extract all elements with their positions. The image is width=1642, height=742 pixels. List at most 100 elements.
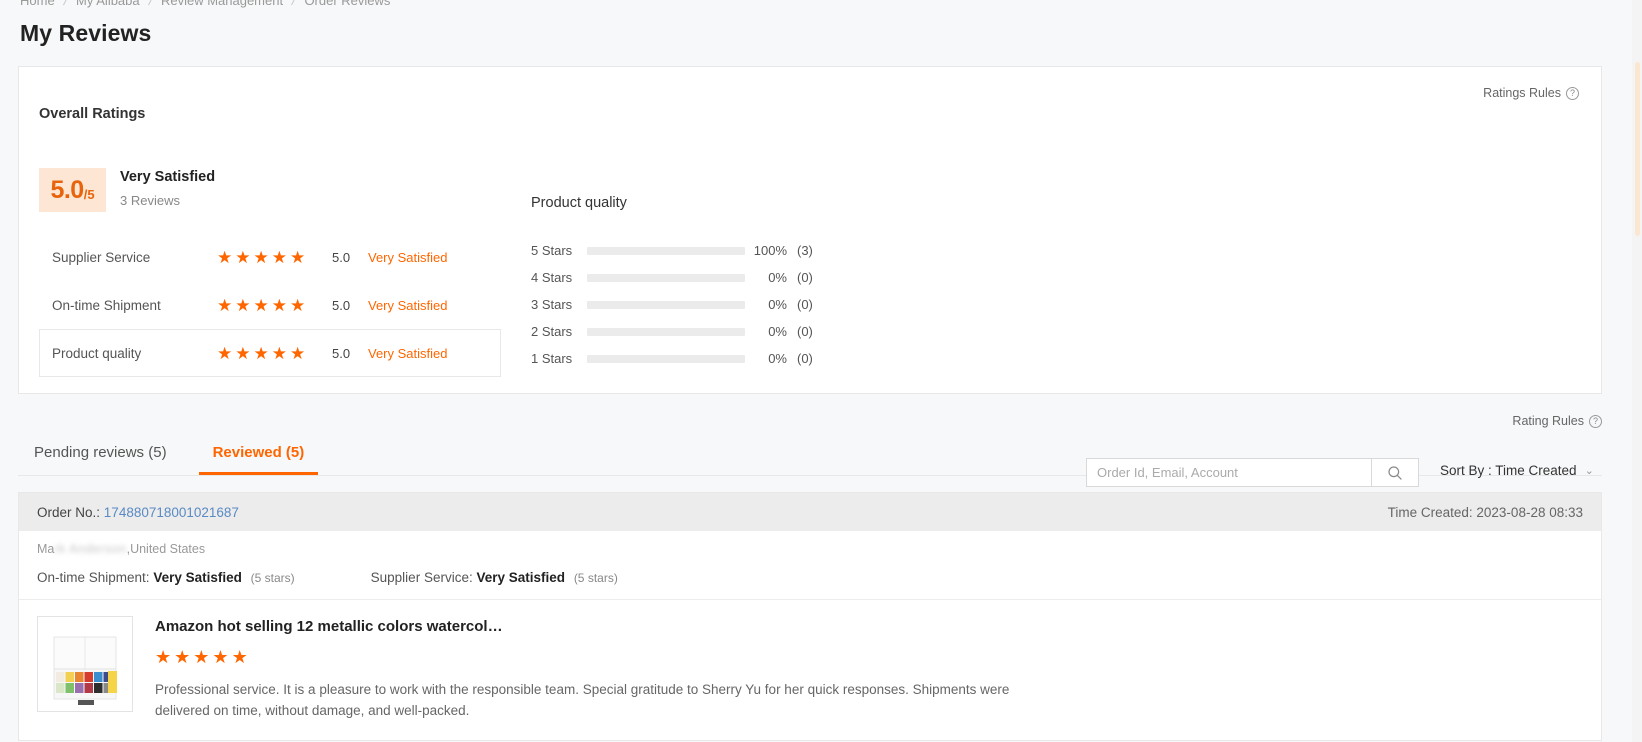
star-icon: ★ <box>235 343 251 363</box>
search-bar <box>1086 458 1419 487</box>
watercolor-palette-image <box>53 636 117 705</box>
star-icon: ★ <box>271 247 287 267</box>
order-no-link[interactable]: 174880718001021687 <box>104 505 239 520</box>
sort-by-dropdown[interactable]: Sort By : Time Created ⌄ <box>1440 463 1594 478</box>
score-badge: 5.0 /5 <box>39 168 106 212</box>
overall-ratings-card: Ratings Rules ? Overall Ratings 5.0 /5 V… <box>18 66 1602 394</box>
chart-bar-track <box>587 246 745 255</box>
chart-bar-track <box>587 273 745 282</box>
star-icon: ★ <box>235 295 251 315</box>
chart-value-label: 0% <box>768 297 787 312</box>
product-rating-stars: ★ ★ ★ ★ ★ <box>155 648 1015 666</box>
chart-category-label: 4 Stars <box>531 270 573 285</box>
metric-stars: ★ ★ ★ ★ ★ <box>217 297 322 314</box>
overall-ratings-heading: Overall Ratings <box>39 106 146 122</box>
star-icon: ★ <box>217 343 233 363</box>
breadcrumb-separator: / <box>61 0 69 8</box>
star-icon: ★ <box>290 343 306 363</box>
star-icon: ★ <box>290 295 306 315</box>
product-thumbnail[interactable] <box>37 616 133 712</box>
breadcrumb-separator: / <box>290 0 298 8</box>
star-icon: ★ <box>231 647 248 667</box>
ratings-rules-label: Ratings Rules <box>1483 86 1561 100</box>
chart-bar-row: 5 Stars 100% (3) <box>531 237 837 264</box>
metric-word: Very Satisfied <box>368 297 448 313</box>
chart-category-label: 3 Stars <box>531 297 573 312</box>
order-header-bar: Order No.: 174880718001021687 Time Creat… <box>19 493 1601 531</box>
star-icon: ★ <box>290 247 306 267</box>
star-icon: ★ <box>174 647 191 667</box>
breadcrumb-item-order-reviews[interactable]: Order Reviews <box>304 0 390 8</box>
star-icon: ★ <box>253 343 269 363</box>
chart-count-label: (0) <box>797 270 813 285</box>
breadcrumb-item-my-alibaba[interactable]: My Alibaba <box>76 0 140 8</box>
metric-label: Product quality <box>52 345 142 361</box>
star-icon: ★ <box>212 647 229 667</box>
chart-bar-row: 1 Stars 0% (0) <box>531 345 837 372</box>
tab-pending-reviews[interactable]: Pending reviews (5) <box>20 438 181 475</box>
metric-rows: Supplier Service ★ ★ ★ ★ ★ 5.0 Very Sati… <box>39 233 501 377</box>
chart-bar-track <box>587 300 745 309</box>
search-button[interactable] <box>1371 458 1419 487</box>
chart-bar-row: 2 Stars 0% (0) <box>531 318 837 345</box>
metric-row-supplier-service[interactable]: Supplier Service ★ ★ ★ ★ ★ 5.0 Very Sati… <box>39 233 501 281</box>
on-time-shipment-label: On-time Shipment: <box>37 570 150 585</box>
search-input[interactable] <box>1086 458 1371 487</box>
chart-value-label: 0% <box>768 324 787 339</box>
chart-bar-row: 3 Stars 0% (0) <box>531 291 837 318</box>
metric-row-product-quality[interactable]: Product quality ★ ★ ★ ★ ★ 5.0 Very Satis… <box>39 329 501 377</box>
buyer-name-prefix: Ma <box>37 542 55 556</box>
ratings-rules-link[interactable]: Ratings Rules ? <box>1483 86 1579 100</box>
chart-bar-track <box>587 354 745 363</box>
star-icon: ★ <box>193 647 210 667</box>
on-time-shipment-value: Very Satisfied <box>153 570 242 585</box>
on-time-shipment-stars: (5 stars) <box>250 571 295 585</box>
product-info: Amazon hot selling 12 metallic colors wa… <box>155 616 1015 722</box>
metric-score: 5.0 <box>332 297 351 313</box>
supplier-service-label: Supplier Service: <box>370 570 473 585</box>
chart-value-label: 0% <box>768 351 787 366</box>
star-icon: ★ <box>271 295 287 315</box>
buyer-name-redacted: rk Anderson <box>54 542 127 556</box>
breadcrumb-item-home[interactable]: Home <box>20 0 55 8</box>
page-scrollbar-track[interactable] <box>1632 0 1642 742</box>
star-icon: ★ <box>253 295 269 315</box>
chart-bar-track <box>587 327 745 336</box>
metric-score: 5.0 <box>332 249 351 265</box>
star-icon: ★ <box>271 343 287 363</box>
score-suffix: /5 <box>83 186 95 202</box>
chart-bar-row: 4 Stars 0% (0) <box>531 264 837 291</box>
page-scrollbar-thumb[interactable] <box>1635 62 1640 236</box>
supplier-service-value: Very Satisfied <box>476 570 566 585</box>
help-question-icon[interactable]: ? <box>1589 414 1602 428</box>
my-reviews-page: Home / My Alibaba / Review Management / … <box>0 0 1642 742</box>
rating-distribution-chart: Product quality 5 Stars 100% (3) 4 Stars… <box>531 195 837 372</box>
breadcrumb-separator: / <box>146 0 154 8</box>
chart-category-label: 5 Stars <box>531 243 573 258</box>
star-icon: ★ <box>217 247 233 267</box>
rating-rules-link[interactable]: Rating Rules ? <box>1512 414 1602 428</box>
metric-stars: ★ ★ ★ ★ ★ <box>217 345 322 362</box>
breadcrumb-item-review-management[interactable]: Review Management <box>161 0 283 8</box>
tab-reviewed[interactable]: Reviewed (5) <box>198 438 319 475</box>
chart-category-label: 1 Stars <box>531 351 573 366</box>
help-question-icon[interactable]: ? <box>1566 86 1579 100</box>
chart-count-label: (3) <box>797 243 813 258</box>
star-icon: ★ <box>217 295 233 315</box>
order-no-label: Order No.: <box>37 504 101 520</box>
time-created: Time Created: 2023-08-28 08:33 <box>1387 504 1583 520</box>
rating-rules-label: Rating Rules <box>1512 414 1584 428</box>
metric-label: Supplier Service <box>52 249 151 265</box>
chevron-down-icon: ⌄ <box>1584 465 1594 477</box>
metric-word: Very Satisfied <box>368 249 448 265</box>
chart-value-label: 100% <box>753 243 787 258</box>
chart-title: Product quality <box>531 195 627 211</box>
score-value: 5.0 <box>50 175 84 204</box>
product-title[interactable]: Amazon hot selling 12 metallic colors wa… <box>155 618 1015 635</box>
product-review-block: Amazon hot selling 12 metallic colors wa… <box>19 600 1601 740</box>
review-text: Professional service. It is a pleasure t… <box>155 682 1010 718</box>
buyer-country: ,United States <box>126 542 206 556</box>
metric-row-on-time-shipment[interactable]: On-time Shipment ★ ★ ★ ★ ★ 5.0 Very Sati… <box>39 281 501 329</box>
page-title: My Reviews <box>20 20 152 46</box>
on-time-shipment-rating: On-time Shipment: Very Satisfied (5 star… <box>37 570 295 585</box>
